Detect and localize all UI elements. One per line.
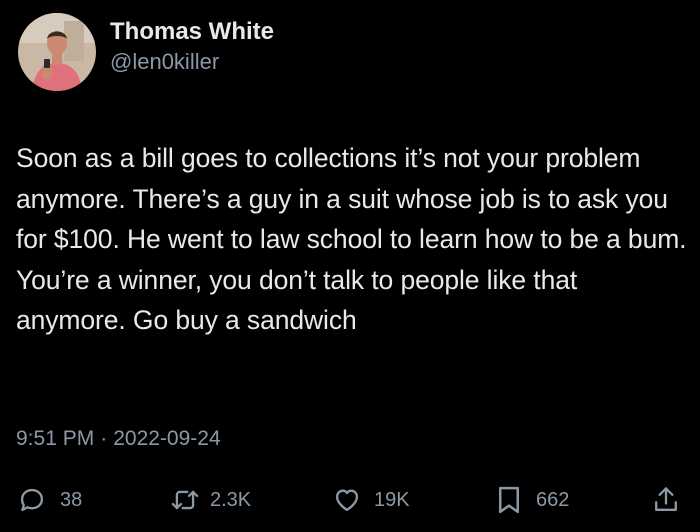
share-icon (652, 485, 680, 515)
retweet-button[interactable]: 2.3K (170, 480, 251, 520)
bookmark-button[interactable]: 662 (496, 480, 569, 520)
retweet-count: 2.3K (210, 489, 252, 511)
reply-icon (18, 486, 46, 514)
bookmark-count: 662 (536, 489, 570, 511)
share-button[interactable] (652, 480, 680, 520)
bookmark-icon (496, 485, 522, 515)
tweet-text: Soon as a bill goes to collections it’s … (16, 143, 687, 335)
tweet-timestamp: 9:51 PM · 2022-09-24 (16, 424, 221, 454)
like-button[interactable]: 19K (332, 480, 410, 520)
reply-count: 38 (60, 489, 83, 511)
reply-button[interactable]: 38 (18, 480, 82, 520)
author-names: Thomas White @len0killer (110, 17, 274, 77)
meta-separator: · (100, 427, 108, 450)
user-handle[interactable]: @len0killer (110, 47, 274, 77)
display-name[interactable]: Thomas White (110, 17, 274, 47)
avatar[interactable] (18, 13, 96, 91)
tweet-time[interactable]: 9:51 PM (16, 427, 94, 450)
tweet-header: Thomas White @len0killer (18, 10, 274, 94)
like-count: 19K (374, 489, 410, 511)
retweet-icon (170, 486, 200, 514)
heart-icon (332, 486, 362, 514)
tweet-date[interactable]: 2022-09-24 (113, 427, 220, 450)
action-bar: 38 2.3K 19K 662 (0, 480, 700, 520)
